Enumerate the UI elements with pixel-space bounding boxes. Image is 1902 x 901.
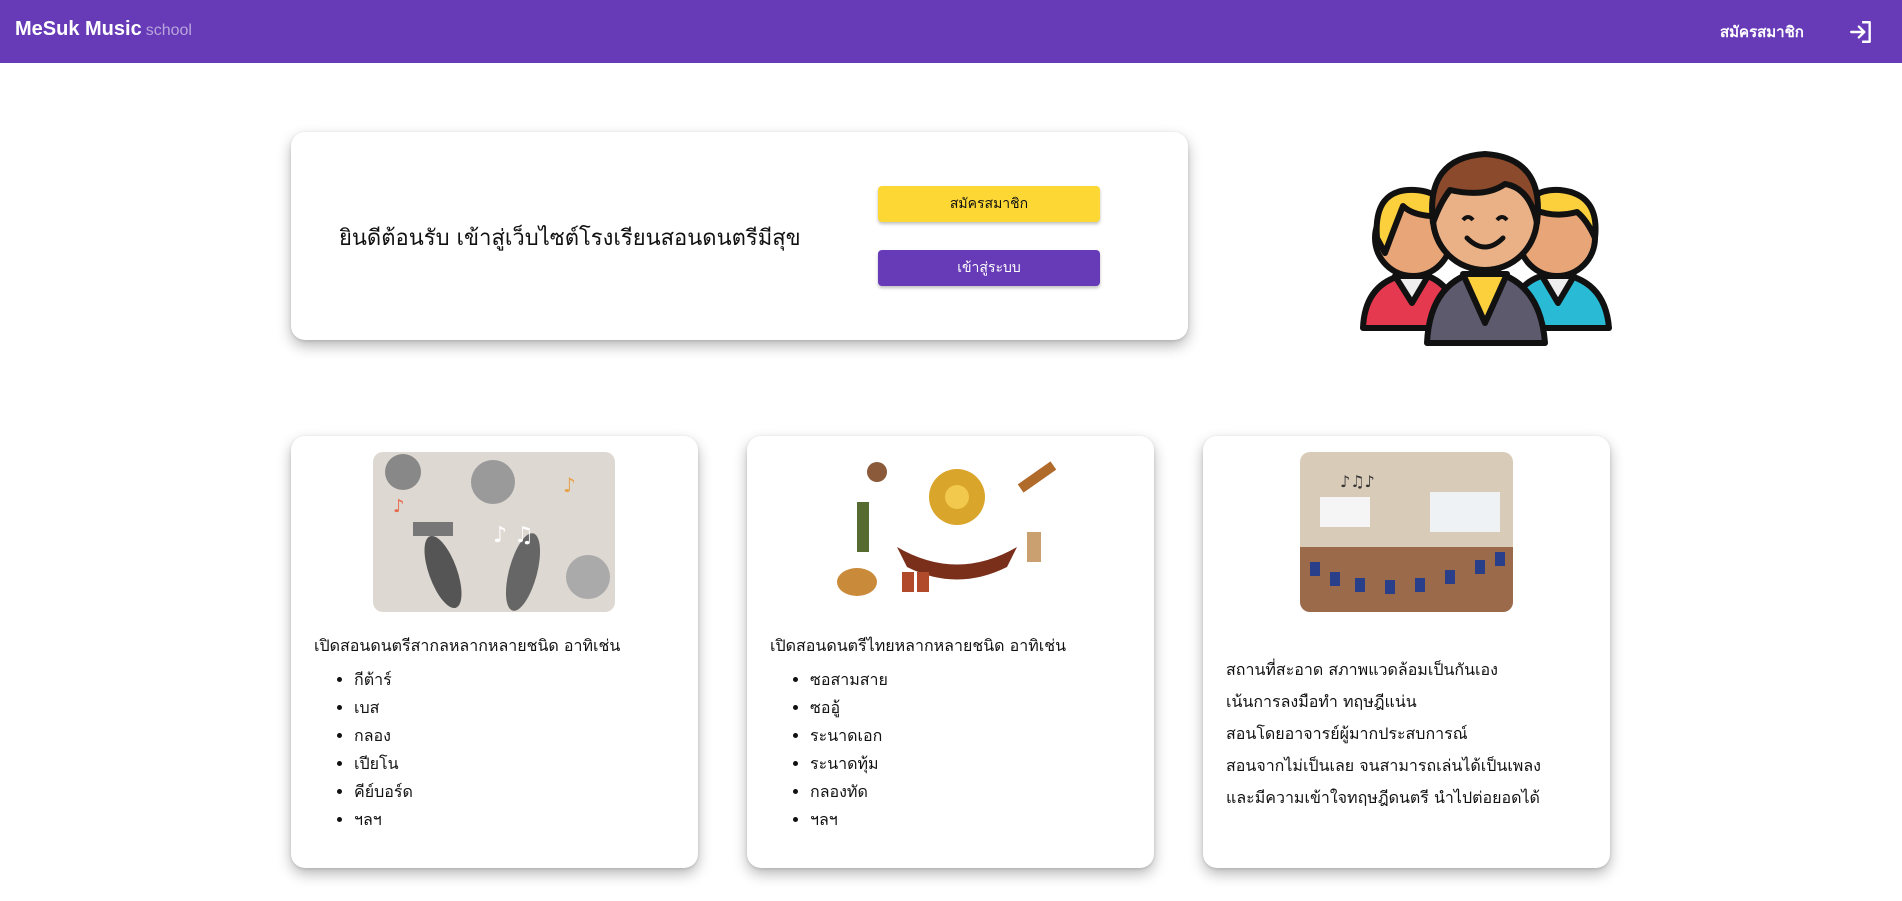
- login-icon[interactable]: [1848, 19, 1874, 45]
- international-instruments-image: ♪ ♫ ♪ ♪: [373, 452, 615, 612]
- description-line: สอนจากไม่เป็นเลย จนสามารถเล่นได้เป็นเพลง: [1226, 756, 1541, 775]
- list-item: เปียโน: [354, 750, 413, 778]
- feature-card-thai: เปิดสอนดนตรีไทยหลากหลายชนิด อาทิเช่น ซอส…: [747, 436, 1154, 868]
- svg-text:♪: ♪: [563, 473, 576, 497]
- classroom-description: สถานที่สะอาด สภาพแวดล้อมเป็นกันเอง เน้นก…: [1226, 654, 1541, 814]
- list-item: เบส: [354, 694, 413, 722]
- svg-text:♪ ♫: ♪ ♫: [493, 523, 534, 548]
- brand-sub: school: [145, 22, 192, 39]
- list-item: ระนาดทุ้ม: [810, 750, 888, 778]
- brand-name: MeSuk Music: [15, 18, 142, 40]
- welcome-card: ยินดีต้อนรับ เข้าสู่เว็บไซต์โรงเรียนสอนด…: [291, 132, 1188, 340]
- list-item: ซอสามสาย: [810, 666, 888, 694]
- feature-card-international: ♪ ♫ ♪ ♪ เปิดสอนดนตรีสากลหลากหลายชนิด อาท…: [291, 436, 698, 868]
- list-item: กลอง: [354, 722, 413, 750]
- feature-card-classroom: ♪♫♪ สถานที่สะอาด สภาพแวดล้อมเป็นกันเอง เ…: [1203, 436, 1610, 868]
- nav-register-link[interactable]: สมัครสมาชิก: [1720, 20, 1804, 44]
- login-button[interactable]: เข้าสู่ระบบ: [878, 250, 1100, 286]
- thai-instruments-image: [817, 452, 1083, 612]
- classroom-image: ♪♫♪: [1300, 452, 1513, 612]
- feature-intro: เปิดสอนดนตรีไทยหลากหลายชนิด อาทิเช่น: [770, 636, 1067, 655]
- list-item: ซออู้: [810, 694, 888, 722]
- group-of-people-icon: [1360, 151, 1612, 346]
- list-item: คีย์บอร์ด: [354, 778, 413, 806]
- feature-intro: เปิดสอนดนตรีสากลหลากหลายชนิด อาทิเช่น: [314, 636, 621, 655]
- list-item: ระนาดเอก: [810, 722, 888, 750]
- description-line: และมีความเข้าใจทฤษฎีดนตรี นำไปต่อยอดได้: [1226, 788, 1540, 807]
- instrument-list: กีต้าร์ เบส กลอง เปียโน คีย์บอร์ด ฯลฯ: [314, 666, 413, 834]
- list-item: กลองทัด: [810, 778, 888, 806]
- top-app-bar: MeSuk Music school สมัครสมาชิก: [0, 0, 1902, 63]
- svg-text:♪: ♪: [393, 496, 405, 517]
- description-line: สถานที่สะอาด สภาพแวดล้อมเป็นกันเอง: [1226, 660, 1498, 679]
- instrument-list: ซอสามสาย ซออู้ ระนาดเอก ระนาดทุ้ม กลองทั…: [770, 666, 888, 834]
- register-button[interactable]: สมัครสมาชิก: [878, 186, 1100, 222]
- description-line: เน้นการลงมือทำ ทฤษฎีแน่น: [1226, 692, 1417, 711]
- center-person: [1424, 151, 1548, 346]
- list-item: ฯลฯ: [354, 806, 413, 834]
- list-item: กีต้าร์: [354, 666, 413, 694]
- list-item: ฯลฯ: [810, 806, 888, 834]
- welcome-title: ยินดีต้อนรับ เข้าสู่เว็บไซต์โรงเรียนสอนด…: [339, 226, 801, 251]
- brand-logo[interactable]: MeSuk Music school: [15, 18, 192, 41]
- svg-text:♪♫♪: ♪♫♪: [1340, 472, 1375, 491]
- description-line: สอนโดยอาจารย์ผู้มากประสบการณ์: [1226, 724, 1468, 743]
